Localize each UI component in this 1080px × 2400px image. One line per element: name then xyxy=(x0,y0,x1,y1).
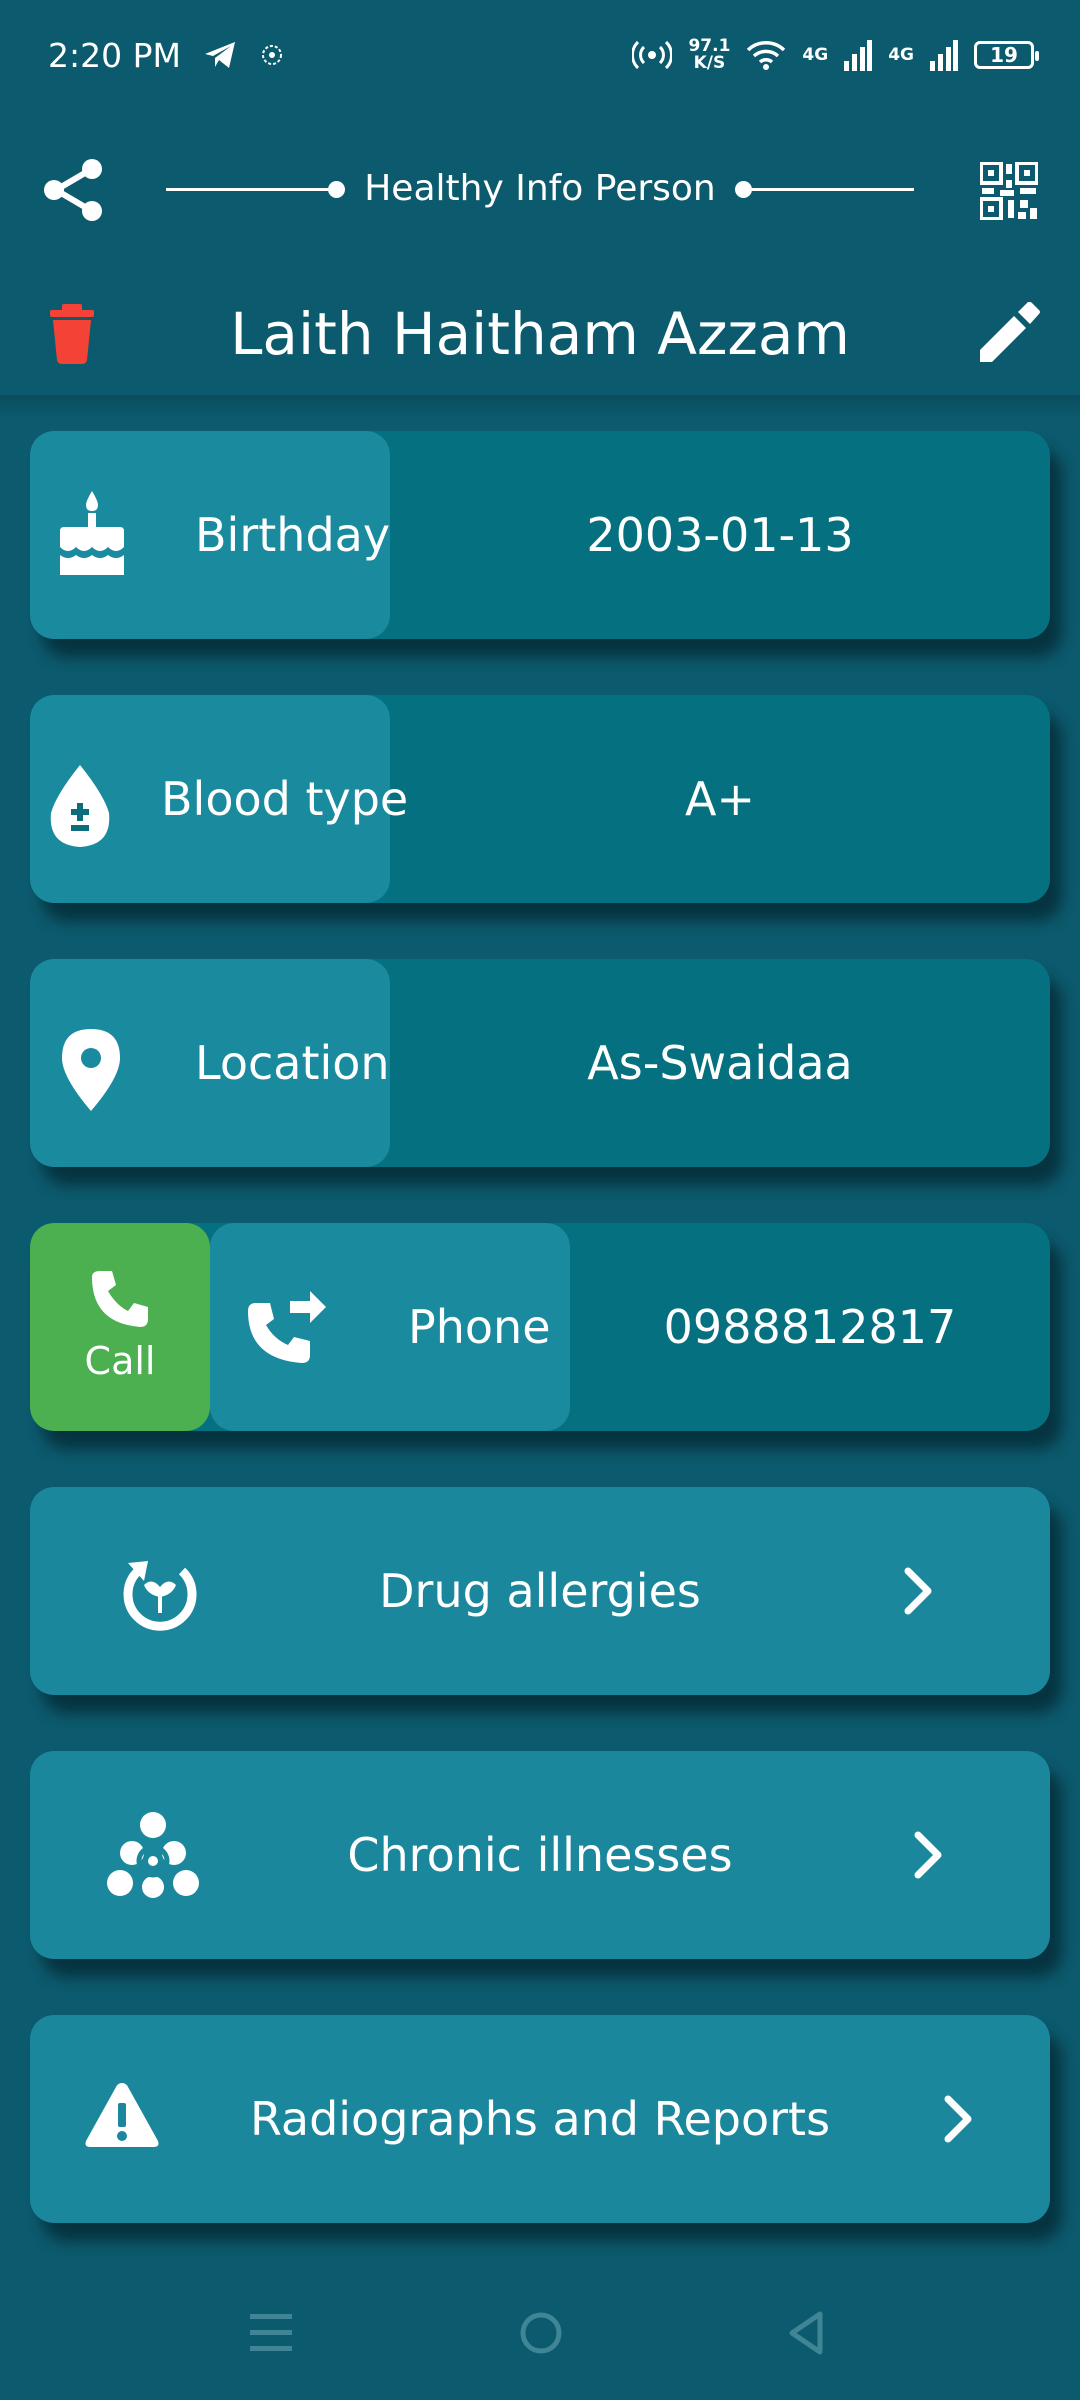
blood-type-label: Blood type xyxy=(161,772,409,826)
phone-label: Phone xyxy=(408,1300,551,1354)
network-type-1: 4G xyxy=(802,45,829,65)
phone-card: Call Phone 0988812817 xyxy=(30,1223,1050,1431)
network-type-2: 4G xyxy=(888,45,914,65)
status-time: 2:20 PM xyxy=(48,35,181,75)
title-divider-right xyxy=(744,188,914,191)
signal-icon xyxy=(930,40,958,71)
title-dot-left xyxy=(328,181,345,198)
qr-code-icon[interactable] xyxy=(980,162,1038,220)
title-divider-left xyxy=(166,188,334,191)
location-card: Location As-Swaidaa xyxy=(30,959,1050,1167)
app-notification-icon xyxy=(261,45,282,65)
radiographs-reports-button[interactable]: Radiographs and Reports xyxy=(30,2015,1050,2223)
wifi-icon xyxy=(747,41,786,70)
person-name: Laith Haitham Azzam xyxy=(230,300,850,368)
signal-icon xyxy=(844,40,873,71)
birthday-card: Birthday 2003-01-13 xyxy=(30,431,1050,639)
chevron-right-icon xyxy=(904,1567,932,1615)
app-header: Healthy Info Person xyxy=(0,150,1080,230)
telegram-icon xyxy=(204,42,235,68)
call-button[interactable]: Call xyxy=(30,1223,210,1431)
edit-icon[interactable] xyxy=(976,302,1040,366)
location-pin-icon xyxy=(62,1029,120,1111)
system-navigation-bar xyxy=(0,2290,1080,2390)
person-header: Laith Haitham Azzam xyxy=(0,290,1080,380)
phone-value: 0988812817 xyxy=(663,1300,957,1354)
location-label-box: Location xyxy=(30,959,390,1167)
radiographs-reports-label: Radiographs and Reports xyxy=(249,2092,831,2146)
cake-icon xyxy=(60,491,124,575)
hotspot-icon xyxy=(632,40,673,70)
battery-level: 19 xyxy=(990,43,1018,67)
phone-label-box: Phone xyxy=(210,1223,570,1431)
birthday-label: Birthday xyxy=(195,508,391,562)
birthday-label-box: Birthday xyxy=(30,431,390,639)
chevron-right-icon xyxy=(914,1831,942,1879)
phone-icon xyxy=(92,1271,148,1327)
birthday-value: 2003-01-13 xyxy=(586,508,854,562)
call-label: Call xyxy=(84,1339,156,1383)
drug-allergies-label: Drug allergies xyxy=(379,1564,701,1618)
chevron-right-icon xyxy=(944,2095,972,2143)
blood-drop-icon xyxy=(50,765,110,847)
home-icon[interactable] xyxy=(518,2310,564,2356)
location-value: As-Swaidaa xyxy=(587,1036,853,1090)
location-label: Location xyxy=(195,1036,390,1090)
share-icon[interactable] xyxy=(40,156,108,224)
battery-icon: 19 xyxy=(974,41,1039,69)
back-icon[interactable] xyxy=(786,2310,828,2356)
blood-type-label-box: Blood type xyxy=(30,695,408,903)
menu-icon[interactable] xyxy=(248,2310,294,2356)
net-speed-unit: K/S xyxy=(693,53,726,73)
blood-type-value: A+ xyxy=(684,772,755,826)
chronic-illnesses-button[interactable]: Chronic illnesses xyxy=(30,1751,1050,1959)
chronic-illnesses-label: Chronic illnesses xyxy=(347,1828,733,1882)
blood-type-card: Blood type A+ xyxy=(30,695,1050,903)
delete-icon[interactable] xyxy=(46,302,98,364)
drug-allergies-button[interactable]: Drug allergies xyxy=(30,1487,1050,1695)
phone-forward-icon xyxy=(248,1291,326,1363)
status-bar: 2:20 PM 97.1 K/S 4G 4G 19 xyxy=(0,0,1080,110)
header-shadow xyxy=(0,395,1080,419)
app-title: Healthy Info Person xyxy=(364,168,716,209)
net-speed: 97.1 K/S xyxy=(688,38,730,72)
